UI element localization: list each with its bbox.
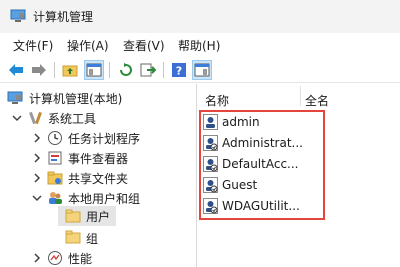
tree-item-groups[interactable]: 组 [86,230,98,247]
users-group-icon [49,192,62,204]
user-row-guest[interactable]: Guest [222,178,257,192]
action-pane-icon [194,63,210,77]
shared-folder-icon [47,171,63,185]
tree-item-task-scheduler[interactable]: 任务计划程序 [68,130,140,147]
arrow-right-icon [32,64,46,76]
toolbar-separator [163,62,164,78]
computer-management-icon [7,91,23,104]
tree-item-shared-folders[interactable]: 共享文件夹 [68,170,128,187]
menu-action[interactable]: 操作(A) [67,37,109,54]
clock-icon [48,131,62,145]
window-title: 计算机管理 [33,10,94,24]
title-bar: 计算机管理 [0,0,400,33]
chevron-right-icon[interactable] [32,153,42,163]
disabled-user-icon [203,135,218,151]
user-row-defaultaccount[interactable]: DefaultAcc... [222,157,298,171]
chevron-down-icon[interactable] [32,193,42,203]
menu-file[interactable]: 文件(F) [13,37,53,54]
show-action-pane-button[interactable] [192,60,212,80]
help-icon: ? [172,63,186,78]
svg-text:?: ? [176,65,182,78]
tree-item-users[interactable]: 用户 [86,208,110,225]
refresh-icon [120,63,132,76]
forward-button[interactable] [29,60,49,80]
user-icon [203,114,218,130]
user-row-admin[interactable]: admin [222,115,260,129]
column-header-name[interactable]: 名称 [205,92,229,109]
chevron-right-icon[interactable] [32,253,42,263]
menu-bar: 文件(F) 操作(A) 查看(V) 帮助(H) [0,33,400,57]
console-tree-icon [86,63,102,77]
up-level-button[interactable] [60,60,80,80]
export-list-button[interactable] [138,60,158,80]
chevron-right-icon[interactable] [32,133,42,143]
folder-icon [65,230,81,244]
user-row-administrator[interactable]: Administrat... [222,136,303,150]
computer-management-icon [10,9,26,22]
refresh-button[interactable] [116,60,136,80]
back-button[interactable] [6,60,26,80]
tree-item-local-users-and-groups[interactable]: 本地用户和组 [68,190,140,207]
column-header-full-name[interactable]: 全名 [305,92,329,109]
export-icon [140,63,156,77]
disabled-user-icon [203,198,218,214]
column-divider[interactable] [300,86,301,106]
disabled-user-icon [203,156,218,172]
tools-icon [29,111,42,125]
performance-icon [48,251,62,265]
tree-item-performance[interactable]: 性能 [68,250,92,267]
folder-icon [65,209,81,223]
help-button[interactable]: ? [169,60,189,80]
tree-item-computer-management[interactable]: 计算机管理(本地) [29,90,122,107]
menu-view[interactable]: 查看(V) [123,37,165,54]
chevron-right-icon[interactable] [32,173,42,183]
menu-help[interactable]: 帮助(H) [178,37,220,54]
toolbar-separator [54,62,55,78]
folder-up-icon [62,65,78,77]
user-row-wdagutilityaccount[interactable]: WDAGUtilit... [222,199,300,213]
toolbar-separator [109,62,110,78]
chevron-down-icon[interactable] [12,113,22,123]
tree-item-system-tools[interactable]: 系统工具 [48,110,96,127]
event-viewer-icon [48,151,62,165]
toolbar: ? [0,57,400,83]
disabled-user-icon [203,177,218,193]
tree-item-event-viewer[interactable]: 事件查看器 [68,150,128,167]
show-hide-console-tree-button[interactable] [84,60,104,80]
arrow-left-icon [9,64,23,76]
